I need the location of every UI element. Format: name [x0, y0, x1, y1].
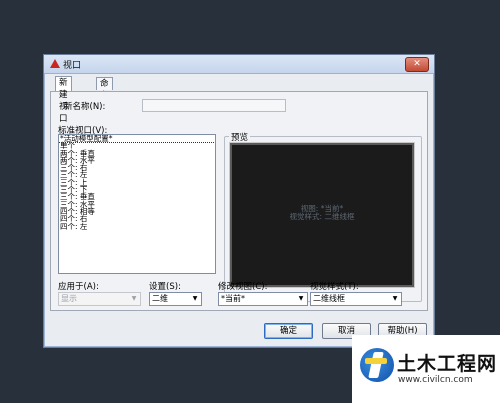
preview-label: 预览 [229, 131, 251, 143]
title-bar[interactable]: 视口 ✕ [44, 55, 434, 74]
close-button[interactable]: ✕ [405, 57, 429, 72]
apply-to-value: 显示 [61, 294, 77, 303]
chevron-down-icon: ▼ [392, 295, 398, 302]
chevron-down-icon: ▼ [131, 295, 137, 302]
autocad-logo-icon [50, 59, 60, 68]
tab-named-viewports[interactable]: 命名视口 [96, 77, 113, 125]
watermark-url: www.civilcn.com [398, 375, 473, 385]
visual-style-value: 二维线框 [313, 294, 345, 303]
setup-label: 设置(S): [149, 282, 181, 292]
list-item[interactable]: 四个: 左 [59, 222, 215, 230]
preview-style-text: 视觉样式: 二维线框 [289, 212, 355, 221]
logo-bar [365, 358, 387, 364]
change-view-select[interactable]: *当前* ▼ [218, 292, 308, 306]
change-view-value: *当前* [221, 294, 245, 303]
ok-button[interactable]: 确定 [264, 323, 313, 339]
visual-style-label: 视觉样式(T): [310, 282, 359, 292]
new-name-input[interactable] [142, 99, 286, 112]
change-view-label: 修改视图(C): [218, 282, 268, 292]
chevron-down-icon: ▼ [192, 295, 198, 302]
tab-panel: 新名称(N): 标准视口(V): *活动模型配置* 单个 两个: 垂直 两个: 水平三… [50, 91, 428, 311]
setup-value: 二维 [152, 294, 168, 303]
preview-pane: 视图: *当前* 视觉样式: 二维线框 [230, 143, 414, 287]
watermark-title: 土木工程网 [397, 353, 498, 375]
standard-viewports-list[interactable]: *活动模型配置* 单个 两个: 垂直 两个: 水平 三个: 右三个: 左三个: 上三个:… [58, 134, 216, 274]
watermark: 土木工程网 www.civilcn.com [352, 335, 500, 403]
visual-style-select[interactable]: 二维线框 ▼ [310, 292, 402, 306]
chevron-down-icon: ▼ [298, 295, 304, 302]
apply-to-label: 应用于(A): [58, 282, 99, 292]
viewports-dialog: 视口 ✕ 新建视口 命名视口 新名称(N): 标准视口(V): *活动模型配置*… [43, 54, 435, 348]
dialog-title: 视口 [63, 61, 82, 71]
preview-group: 预览 视图: *当前* 视觉样式: 二维线框 [224, 131, 422, 302]
list-item[interactable]: *活动模型配置* [59, 135, 215, 144]
new-name-label: 新名称(N): [64, 102, 106, 112]
setup-select[interactable]: 二维 ▼ [149, 292, 202, 306]
apply-to-select: 显示 ▼ [58, 292, 141, 306]
tab-new-viewports[interactable]: 新建视口 [55, 76, 72, 124]
